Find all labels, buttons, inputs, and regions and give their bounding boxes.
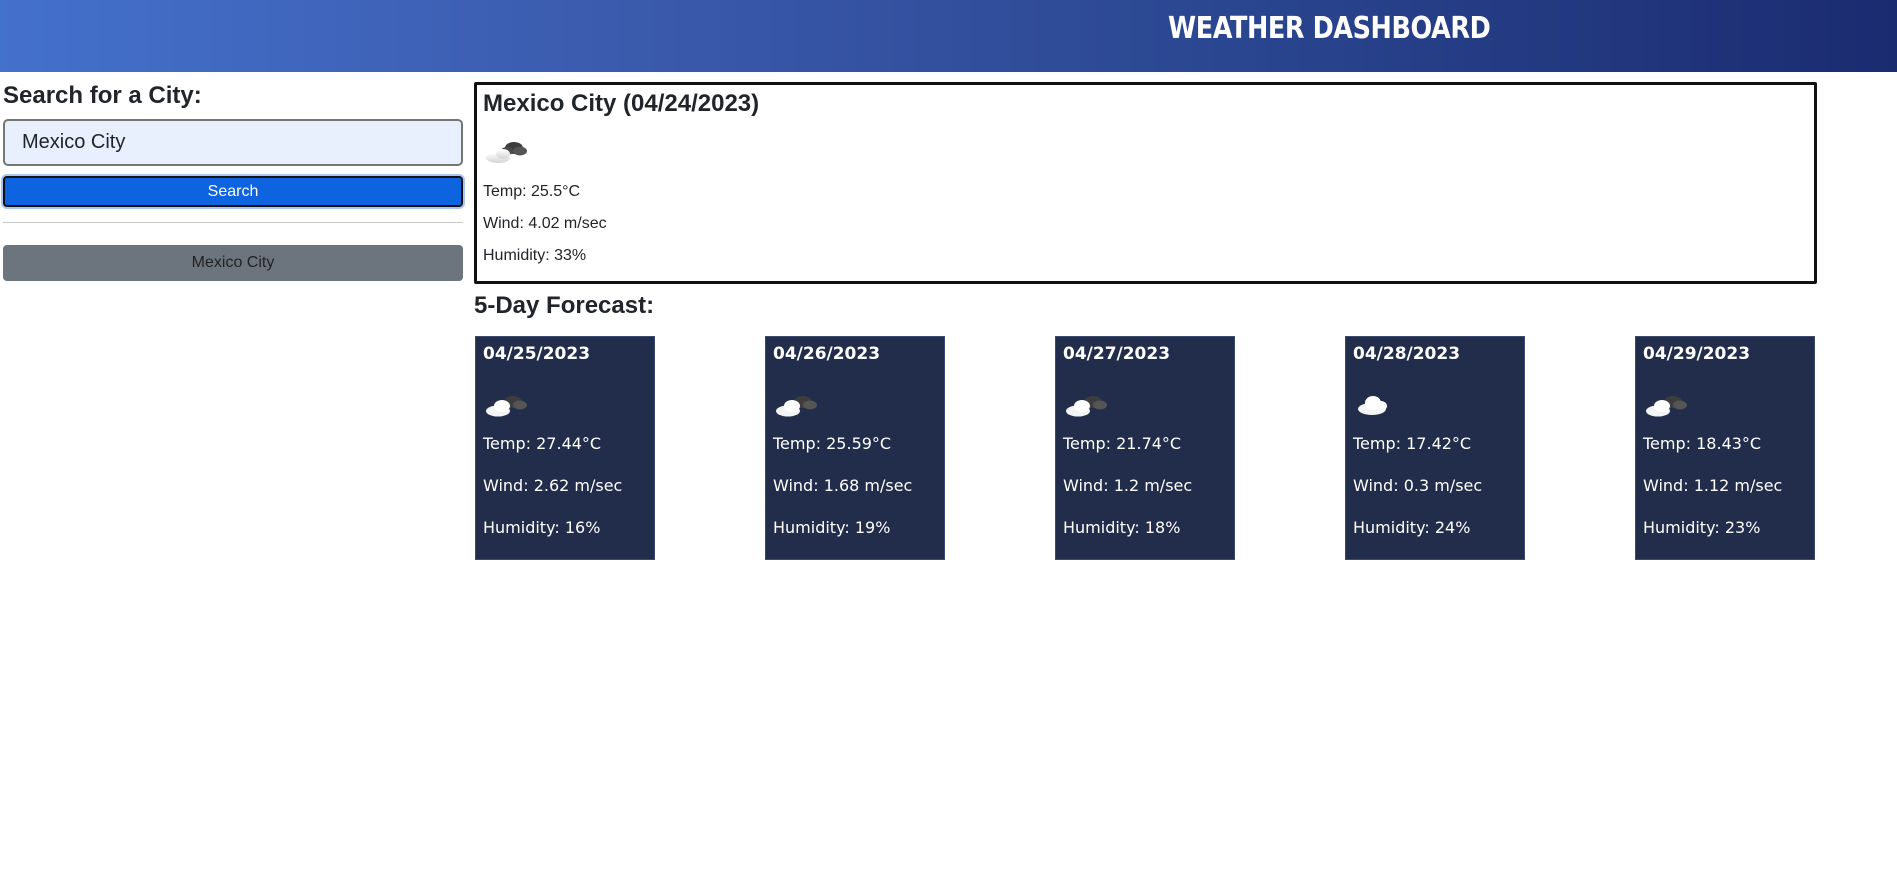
few-clouds-icon	[486, 142, 527, 163]
forecast-temp: Temp: 17.42°C	[1353, 434, 1472, 453]
forecast-card: 04/27/2023 Temp: 21.74°C Wind: 1.2 m/sec…	[1055, 336, 1235, 560]
forecast-humidity: Humidity: 16%	[483, 518, 601, 537]
search-heading: Search for a City:	[3, 82, 202, 109]
forecast-temp: Temp: 21.74°C	[1063, 434, 1182, 453]
forecast-card: 04/28/2023 Temp: 17.42°C Wind: 0.3 m/sec…	[1345, 336, 1525, 560]
forecast-wind: Wind: 2.62 m/sec	[483, 476, 623, 495]
forecast-wind: Wind: 1.12 m/sec	[1643, 476, 1783, 495]
forecast-temp: Temp: 25.59°C	[773, 434, 892, 453]
current-weather-card: Mexico City (04/24/2023) Temp: 25.5°C Wi…	[474, 82, 1817, 284]
forecast-date: 04/26/2023	[773, 344, 881, 364]
current-temp: Temp: 25.5°C	[483, 183, 581, 200]
forecast-wind: Wind: 1.68 m/sec	[773, 476, 913, 495]
scattered-clouds-icon	[1358, 396, 1387, 415]
history-item-button[interactable]: Mexico City	[3, 245, 463, 281]
city-search-input[interactable]	[3, 119, 463, 166]
forecast-wind: Wind: 0.3 m/sec	[1353, 476, 1483, 495]
forecast-humidity: Humidity: 19%	[773, 518, 891, 537]
page-title: WEATHER DASHBOARD	[1168, 11, 1491, 46]
current-city-title: Mexico City (04/24/2023)	[483, 90, 760, 117]
broken-clouds-icon	[486, 396, 527, 417]
forecast-card: 04/29/2023 Temp: 18.43°C Wind: 1.12 m/se…	[1635, 336, 1815, 560]
forecast-humidity: Humidity: 18%	[1063, 518, 1181, 537]
forecast-card: 04/25/2023 Temp: 27.44°C Wind: 2.62 m/se…	[475, 336, 655, 560]
forecast-date: 04/29/2023	[1643, 344, 1751, 364]
search-button[interactable]: Search	[3, 176, 463, 207]
page-header: WEATHER DASHBOARD	[0, 0, 1897, 72]
forecast-humidity: Humidity: 24%	[1353, 518, 1471, 537]
current-humidity: Humidity: 33%	[483, 247, 587, 264]
forecast-temp: Temp: 27.44°C	[483, 434, 602, 453]
broken-clouds-icon	[1646, 396, 1687, 417]
forecast-heading: 5-Day Forecast:	[474, 292, 655, 319]
forecast-wind: Wind: 1.2 m/sec	[1063, 476, 1193, 495]
broken-clouds-icon	[1066, 396, 1107, 417]
forecast-temp: Temp: 18.43°C	[1643, 434, 1762, 453]
forecast-date: 04/27/2023	[1063, 344, 1171, 364]
forecast-date: 04/28/2023	[1353, 344, 1461, 364]
forecast-date: 04/25/2023	[483, 344, 591, 364]
current-wind: Wind: 4.02 m/sec	[483, 215, 607, 232]
forecast-humidity: Humidity: 23%	[1643, 518, 1761, 537]
sidebar-divider	[3, 222, 463, 223]
forecast-card: 04/26/2023 Temp: 25.59°C Wind: 1.68 m/se…	[765, 336, 945, 560]
broken-clouds-icon	[776, 396, 817, 417]
